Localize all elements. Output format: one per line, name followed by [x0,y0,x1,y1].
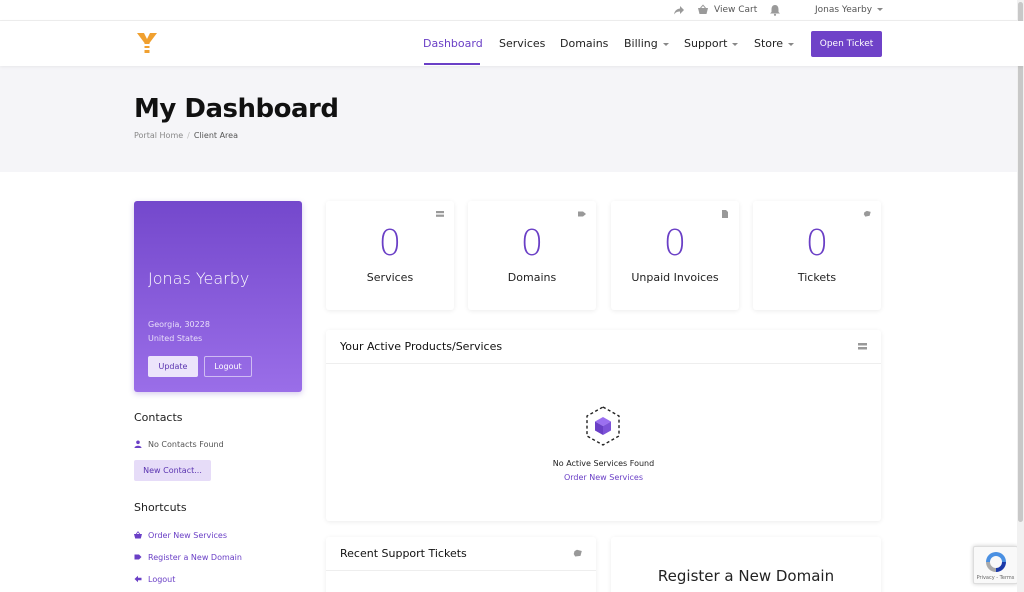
breadcrumb: Portal Home / Client Area [134,131,238,140]
panel-header: Recent Support Tickets [326,537,596,571]
view-cart-link[interactable]: View Cart [714,5,757,15]
server-icon [858,343,867,350]
nav-domains[interactable]: Domains [560,37,608,50]
no-contacts-row: No Contacts Found [134,440,224,449]
nav-services[interactable]: Services [499,37,545,50]
panel-title: Recent Support Tickets [340,547,467,560]
shortcut-logout[interactable]: Logout [134,575,175,584]
basket-icon [134,531,142,539]
nav-support-label: Support [684,37,728,50]
nav-billing-label: Billing [624,37,658,50]
page-title: My Dashboard [134,94,339,124]
register-domain-panel: Register a New Domain [611,537,881,592]
profile-name: Jonas Yearby [148,269,250,288]
stat-value: 0 [378,223,402,264]
tag-icon [134,554,142,560]
stat-card-services[interactable]: 0 Services [326,201,454,310]
panel-header: Your Active Products/Services [326,330,881,364]
stat-label: Services [366,271,414,284]
active-nav-indicator [424,63,480,65]
recaptcha-icon [986,552,1006,572]
stat-value: 0 [520,223,544,264]
user-icon [134,440,142,448]
chevron-down-icon [788,42,795,46]
shortcut-register-domain[interactable]: Register a New Domain [134,553,242,562]
stat-card-unpaid-invoices[interactable]: 0 Unpaid Invoices [611,201,739,310]
chevron-down-icon [877,8,884,11]
nav-store[interactable]: Store [754,37,795,50]
breadcrumb-separator: / [187,131,190,140]
shortcut-order-new-services[interactable]: Order New Services [134,531,227,540]
nav-dashboard[interactable]: Dashboard [423,37,483,50]
update-button[interactable]: Update [148,356,198,377]
main-navbar: Dashboard Services Domains Billing Suppo… [0,21,1024,66]
profile-address-line2: United States [148,334,203,343]
recaptcha-badge[interactable]: Privacy - Terms [973,546,1018,584]
bell-icon[interactable] [769,4,781,16]
profile-address-line1: Georgia, 30228 [148,320,210,329]
document-icon [722,210,728,218]
stat-value: 0 [805,223,829,264]
profile-card: Jonas Yearby Georgia, 30228 United State… [134,201,302,392]
chevron-down-icon [732,42,739,46]
shortcuts-title: Shortcuts [134,501,187,514]
share-icon[interactable] [673,4,685,16]
stat-card-tickets[interactable]: 0 Tickets [753,201,881,310]
cube-icon [586,406,620,446]
stat-label: Domains [507,271,557,284]
scrollbar-thumb[interactable] [1018,2,1023,522]
chevron-down-icon [662,42,669,46]
breadcrumb-home[interactable]: Portal Home [134,131,183,140]
order-new-services-link[interactable]: Order New Services [326,473,881,482]
stat-card-domains[interactable]: 0 Domains [468,201,596,310]
basket-icon[interactable] [697,4,709,16]
contacts-title: Contacts [134,411,183,424]
user-menu-label: Jonas Yearby [815,5,873,15]
user-menu[interactable]: Jonas Yearby [815,5,884,15]
stat-label: Unpaid Invoices [631,271,719,284]
top-utility-bar: View Cart Jonas Yearby [0,0,1024,21]
no-contacts-text: No Contacts Found [148,440,224,449]
stat-value: 0 [663,223,687,264]
comment-icon [863,210,871,217]
recaptcha-terms[interactable]: Privacy - Terms [974,575,1017,581]
tag-icon [578,211,586,217]
shortcut-label: Logout [148,575,176,584]
open-ticket-button[interactable]: Open Ticket [811,31,882,57]
breadcrumb-current: Client Area [193,131,238,140]
no-services-text: No Active Services Found [552,459,655,468]
logo-icon[interactable] [135,31,159,55]
comment-icon [573,549,582,557]
page-header: My Dashboard Portal Home / Client Area [0,66,1024,172]
nav-support[interactable]: Support [684,37,739,50]
stat-label: Tickets [797,271,837,284]
active-products-panel: Your Active Products/Services No Active … [326,330,881,521]
register-domain-title: Register a New Domain [657,567,835,585]
shortcut-label: Order New Services [148,531,228,540]
nav-store-label: Store [754,37,784,50]
server-icon [436,211,444,217]
new-contact-button[interactable]: New Contact... [134,460,211,481]
nav-billing[interactable]: Billing [624,37,669,50]
shortcut-label: Register a New Domain [148,553,242,562]
panel-title: Your Active Products/Services [340,340,503,353]
recent-tickets-panel: Recent Support Tickets [326,537,596,592]
logout-button[interactable]: Logout [204,356,252,377]
arrow-left-icon [134,575,142,583]
